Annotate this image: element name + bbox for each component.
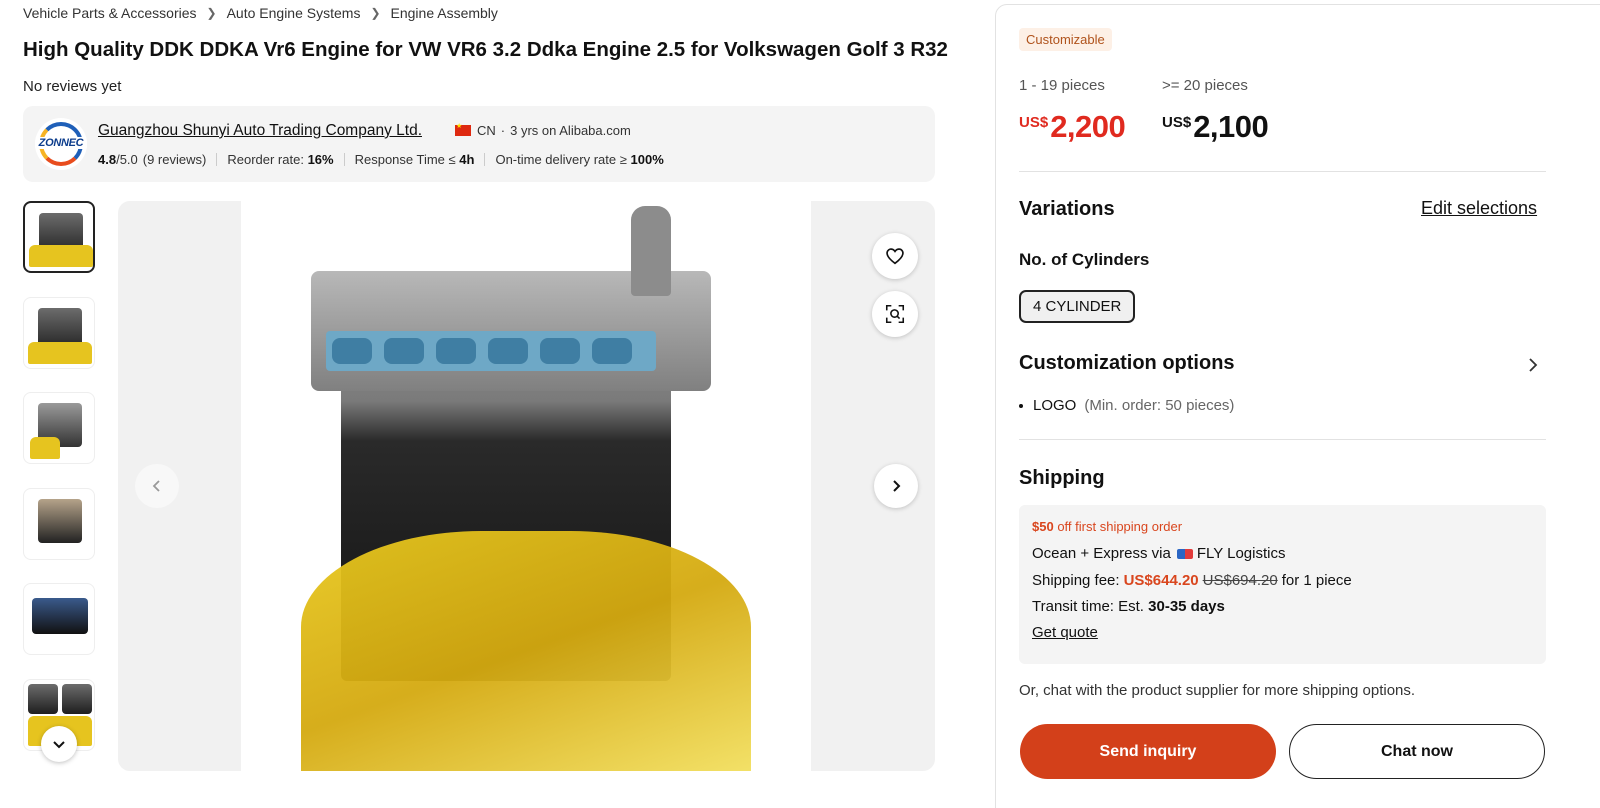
- variations-title: Variations: [1019, 198, 1115, 220]
- customizable-badge: Customizable: [1019, 28, 1112, 51]
- price-tier-2: US$ 2,100: [1162, 109, 1269, 144]
- prev-image-button[interactable]: [135, 464, 179, 508]
- shipping-box: $50 off first shipping order Ocean + Exp…: [1019, 505, 1546, 664]
- delivery-value: 100%: [630, 152, 664, 167]
- purchase-panel: Customizable 1 - 19 pieces >= 20 pieces …: [995, 4, 1600, 808]
- thumbnail-1[interactable]: [23, 201, 95, 273]
- supplier-name-link[interactable]: Guangzhou Shunyi Auto Trading Company Lt…: [98, 122, 422, 140]
- breadcrumb-item-auto-engine-systems[interactable]: Auto Engine Systems: [227, 5, 361, 21]
- cylinders-label: No. of Cylinders: [1019, 250, 1150, 269]
- product-title: High Quality DDK DDKA Vr6 Engine for VW …: [23, 38, 948, 61]
- review-status: No reviews yet: [23, 78, 122, 95]
- cylinder-option-4[interactable]: 4 CYLINDER: [1019, 290, 1136, 323]
- chevron-right-icon: ❯: [370, 6, 381, 20]
- chevron-down-icon: [53, 741, 65, 749]
- chevron-right-icon: [893, 480, 901, 492]
- thumbnail-5[interactable]: [23, 583, 95, 655]
- chat-now-button[interactable]: Chat now: [1289, 724, 1545, 779]
- favorite-button[interactable]: [872, 233, 918, 279]
- response-label: Response Time ≤: [354, 152, 456, 167]
- supplier-country: CN: [477, 123, 496, 138]
- next-image-button[interactable]: [874, 464, 918, 508]
- image-search-button[interactable]: [872, 291, 918, 337]
- breadcrumb: Vehicle Parts & Accessories ❯ Auto Engin…: [23, 5, 498, 21]
- edit-selections-link[interactable]: Edit selections: [1421, 198, 1537, 219]
- fly-logistics-logo-icon: [1176, 548, 1193, 559]
- customization-expand-button[interactable]: [1526, 357, 1540, 378]
- chevron-left-icon: [152, 480, 160, 492]
- thumbnail-3[interactable]: [23, 392, 95, 464]
- shipping-promo: $50 off first shipping order: [1032, 519, 1183, 534]
- supplier-rating-count: (9 reviews): [142, 152, 207, 167]
- supplier-rating: 4.8: [98, 152, 117, 167]
- shipping-fee-original: US$694.20: [1202, 572, 1278, 589]
- shipping-title: Shipping: [1019, 467, 1105, 489]
- price-tier-2-range: >= 20 pieces: [1162, 77, 1248, 94]
- shipping-fee: Shipping fee: US$644.20 US$694.20 for 1 …: [1032, 572, 1352, 589]
- main-product-image: [118, 201, 935, 771]
- price-tier-1: US$ 2,200: [1019, 109, 1126, 144]
- delivery-label: On-time delivery rate ≥: [495, 152, 627, 167]
- thumbnail-scroll-down-button[interactable]: [41, 726, 77, 762]
- customization-item-note: (Min. order: 50 pieces): [1084, 397, 1235, 414]
- send-inquiry-button[interactable]: Send inquiry: [1020, 724, 1276, 779]
- supplier-meta: CN · 3 yrs on Alibaba.com: [455, 122, 631, 138]
- breadcrumb-item-engine-assembly[interactable]: Engine Assembly: [391, 5, 498, 21]
- supplier-logo[interactable]: ZONNEC: [35, 118, 87, 170]
- shipping-fee-value: US$644.20: [1123, 572, 1199, 589]
- supplier-card: ZONNEC Guangzhou Shunyi Auto Trading Com…: [23, 106, 935, 182]
- engine-photo: [241, 201, 811, 771]
- image-search-icon: [885, 304, 905, 324]
- heart-icon: [886, 248, 904, 265]
- chevron-right-icon: ❯: [206, 6, 217, 20]
- customization-item-label: LOGO: [1033, 397, 1077, 414]
- china-flag-icon: [455, 122, 471, 136]
- supplier-years: 3 yrs on Alibaba.com: [510, 123, 631, 138]
- thumbnail-2[interactable]: [23, 296, 95, 369]
- supplier-rating-max: /5.0: [116, 152, 138, 167]
- reorder-value: 16%: [307, 152, 334, 167]
- thumbnail-4[interactable]: [23, 487, 95, 560]
- transit-time: Transit time: Est. 30-35 days: [1032, 598, 1225, 615]
- supplier-stats: 4.8 /5.0 (9 reviews) Reorder rate: 16% R…: [98, 152, 664, 167]
- price-tier-1-range: 1 - 19 pieces: [1019, 77, 1105, 94]
- get-quote-link[interactable]: Get quote: [1032, 624, 1098, 641]
- customization-title: Customization options: [1019, 352, 1235, 374]
- reorder-label: Reorder rate:: [227, 152, 304, 167]
- chevron-right-icon: [1529, 358, 1538, 372]
- response-value: 4h: [459, 152, 475, 167]
- shipping-method: Ocean + Express via FLY Logistics: [1032, 545, 1286, 562]
- chat-note: Or, chat with the product supplier for m…: [1019, 682, 1416, 699]
- thumbnail-list: [23, 201, 95, 774]
- customization-item: LOGO (Min. order: 50 pieces): [1019, 397, 1234, 414]
- breadcrumb-item-vehicle-parts[interactable]: Vehicle Parts & Accessories: [23, 5, 197, 21]
